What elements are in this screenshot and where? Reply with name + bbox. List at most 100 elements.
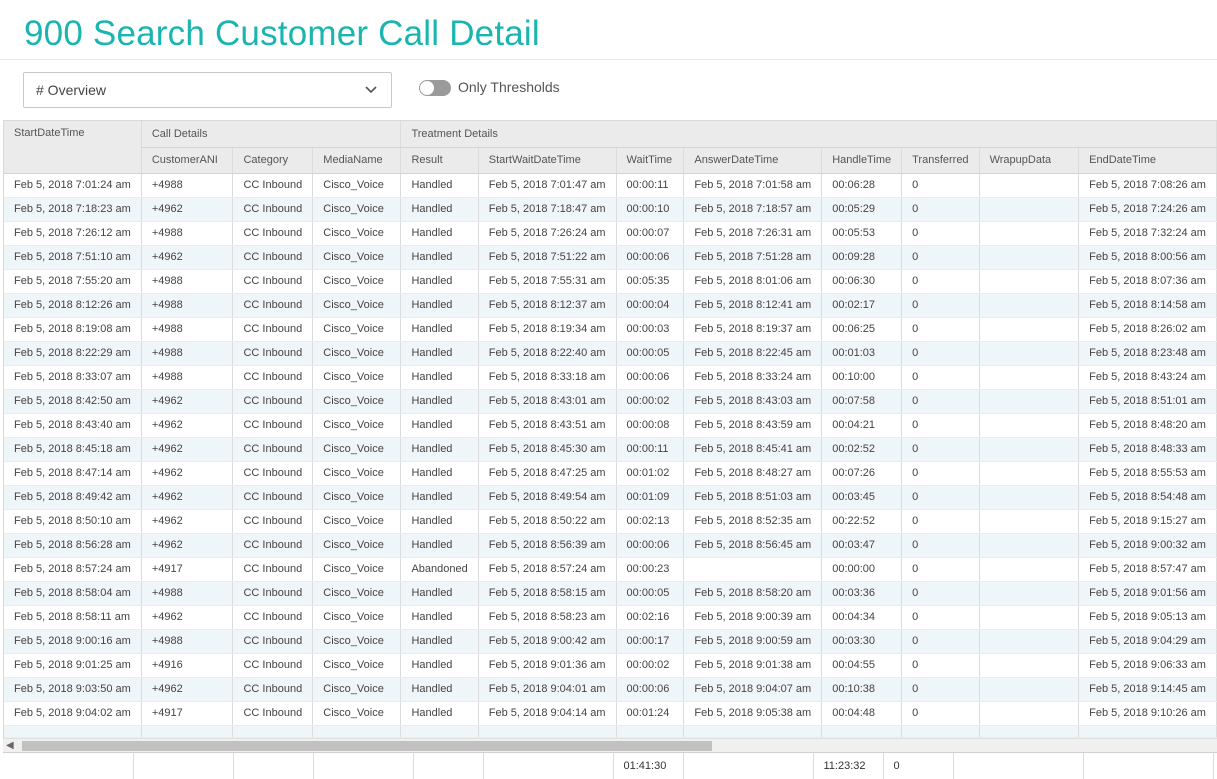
group-header-call-details: Call Details xyxy=(141,121,402,148)
table-row[interactable]: Feb 5, 2018 7:01:24 am +4988 CC Inbound Cis… xyxy=(4,173,1217,198)
column-header-startdatetime[interactable]: StartDateTime xyxy=(4,121,142,174)
table-cell: Feb 5, 2018 8:49:42 am xyxy=(4,485,142,510)
table-cell: Handled xyxy=(400,293,479,318)
table-cell: Cisco_Voice xyxy=(312,533,402,558)
horizontal-scrollbar[interactable]: ◀ xyxy=(3,738,1217,752)
column-header-answerdatetime[interactable]: AnswerDateTime xyxy=(683,147,823,174)
scrollbar-thumb[interactable] xyxy=(22,741,712,751)
table-cell: 00:07:26 xyxy=(821,461,903,486)
table-cell: 00:00:06 xyxy=(616,245,685,270)
table-cell: Feb 5, 2018 7:26:12 am xyxy=(4,221,142,246)
table-cell: 00:00:02 xyxy=(616,653,685,678)
table-row[interactable]: Feb 5, 2018 9:04:02 am +4917 CC Inbound Cis… xyxy=(4,701,1217,726)
table-cell: 0 xyxy=(901,509,980,534)
table-row[interactable]: Feb 5, 2018 8:12:26 am +4988 CC Inbound Cis… xyxy=(4,293,1217,318)
table-row[interactable]: Feb 5, 2018 7:55:20 am +4988 CC Inbound Cis… xyxy=(4,269,1217,294)
table-row[interactable]: Feb 5, 2018 8:47:14 am +4962 CC Inbound Cis… xyxy=(4,461,1217,486)
table-cell: CC Inbound xyxy=(232,317,314,342)
table-cell: Feb 5, 2018 8:45:18 am xyxy=(4,437,142,462)
table-cell: Feb 5, 2018 9:05:13 am xyxy=(1078,605,1217,630)
table-row[interactable]: Feb 5, 2018 8:58:11 am +4962 CC Inbound Cis… xyxy=(4,605,1217,630)
table-cell: 00:01:02 xyxy=(616,461,685,486)
column-header-wrapupdata[interactable]: WrapupData xyxy=(979,147,1080,174)
table-row[interactable]: Feb 5, 2018 7:51:10 am +4962 CC Inbound Cis… xyxy=(4,245,1217,270)
table-cell: CC Inbound xyxy=(232,173,314,198)
table-cell: CC Inbound xyxy=(232,413,314,438)
table-cell: 00:03:30 xyxy=(821,629,903,654)
table-cell: +4917 xyxy=(141,557,234,582)
column-header-handletime[interactable]: HandleTime xyxy=(821,147,903,174)
table-cell: 0 xyxy=(901,365,980,390)
total-cell xyxy=(233,753,314,779)
table-cell: +4962 xyxy=(141,485,234,510)
table-cell: Cisco_Voice xyxy=(312,437,402,462)
table-row[interactable]: Feb 5, 2018 9:00:16 am +4988 CC Inbound Cis… xyxy=(4,629,1217,654)
table-cell xyxy=(979,197,1080,222)
table-row[interactable]: Feb 5, 2018 8:57:24 am +4917 CC Inbound Cis… xyxy=(4,557,1217,582)
column-header-result[interactable]: Result xyxy=(400,147,479,174)
table-cell xyxy=(979,413,1080,438)
table-row[interactable]: Feb 5, 2018 8:58:04 am +4988 CC Inbound Cis… xyxy=(4,581,1217,606)
table-cell: Feb 5, 2018 7:51:22 am xyxy=(478,245,617,270)
table-row[interactable]: Feb 5, 2018 9:01:25 am +4916 CC Inbound Cis… xyxy=(4,653,1217,678)
table-cell: Cisco_Voice xyxy=(312,389,402,414)
table-row[interactable]: Feb 5, 2018 9:03:50 am +4962 CC Inbound Cis… xyxy=(4,677,1217,702)
table-cell: 0 xyxy=(901,461,980,486)
table-cell: +4917 xyxy=(141,701,234,726)
table-cell: +4988 xyxy=(141,221,234,246)
column-header-customerani[interactable]: CustomerANI xyxy=(141,147,234,174)
table-row[interactable]: Feb 5, 2018 8:49:42 am +4962 CC Inbound Cis… xyxy=(4,485,1217,510)
table-cell: 00:00:08 xyxy=(616,413,685,438)
table-row[interactable]: Feb 5, 2018 8:56:28 am +4962 CC Inbound Cis… xyxy=(4,533,1217,558)
table-cell: Feb 5, 2018 8:22:29 am xyxy=(4,341,142,366)
table-row[interactable]: Feb 5, 2018 8:19:08 am +4988 CC Inbound Cis… xyxy=(4,317,1217,342)
table-cell: Feb 5, 2018 8:19:08 am xyxy=(4,317,142,342)
column-header-medianame[interactable]: MediaName xyxy=(312,147,402,174)
table-cell: 00:10:00 xyxy=(821,365,903,390)
total-cell xyxy=(133,753,234,779)
view-select[interactable]: # Overview xyxy=(23,72,392,108)
column-header-transferred[interactable]: Transferred xyxy=(901,147,980,174)
column-header-enddatetime[interactable]: EndDateTime xyxy=(1078,147,1217,174)
table-cell: Feb 5, 2018 8:48:20 am xyxy=(1078,413,1217,438)
table-cell xyxy=(821,725,903,738)
table-row[interactable]: Feb 5, 2018 8:33:07 am +4988 CC Inbound Cis… xyxy=(4,365,1217,390)
column-header-waittime[interactable]: WaitTime xyxy=(616,147,685,174)
table-cell: 00:02:16 xyxy=(616,605,685,630)
table-cell: Feb 5, 2018 8:52:35 am xyxy=(683,509,823,534)
only-thresholds-toggle[interactable] xyxy=(419,80,451,96)
table-row[interactable]: Feb 5, 2018 7:26:12 am +4988 CC Inbound Cis… xyxy=(4,221,1217,246)
table-cell: 00:00:11 xyxy=(616,437,685,462)
table-cell: CC Inbound xyxy=(232,461,314,486)
table-cell: Cisco_Voice xyxy=(312,461,402,486)
table-row[interactable]: Feb 5, 2018 8:50:10 am +4962 CC Inbound Cis… xyxy=(4,509,1217,534)
table-row[interactable]: Feb 5, 2018 8:22:29 am +4988 CC Inbound Cis… xyxy=(4,341,1217,366)
table-row[interactable]: Feb 5, 2018 7:18:23 am +4962 CC Inbound Cis… xyxy=(4,197,1217,222)
table-cell: +4962 xyxy=(141,461,234,486)
table-cell: Feb 5, 2018 7:18:47 am xyxy=(478,197,617,222)
table-cell: 00:04:34 xyxy=(821,605,903,630)
table-cell: 00:00:23 xyxy=(616,557,685,582)
scroll-left-icon[interactable]: ◀ xyxy=(6,739,14,753)
table-cell xyxy=(683,557,823,582)
table-row[interactable]: Feb 5, 2018 8:45:18 am +4962 CC Inbound Cis… xyxy=(4,437,1217,462)
table-cell: Handled xyxy=(400,317,479,342)
column-header-category[interactable]: Category xyxy=(232,147,314,174)
table-cell: 00:00:11 xyxy=(616,173,685,198)
table-cell: Feb 5, 2018 9:05:38 am xyxy=(683,701,823,726)
table-row[interactable]: Feb 5, 2018 8:42:50 am +4962 CC Inbound Cis… xyxy=(4,389,1217,414)
table-cell xyxy=(979,341,1080,366)
table-cell: CC Inbound xyxy=(232,389,314,414)
table-cell: 0 xyxy=(901,317,980,342)
table-cell: Feb 5, 2018 8:12:37 am xyxy=(478,293,617,318)
view-select-value: # Overview xyxy=(36,82,107,98)
call-detail-table: StartDateTime Call Details Treatment Det… xyxy=(4,121,1217,738)
table-row[interactable]: Feb 5, 2018 8:43:40 am +4962 CC Inbound Cis… xyxy=(4,413,1217,438)
table-cell: 00:04:48 xyxy=(821,701,903,726)
table-cell xyxy=(979,581,1080,606)
total-cell: 11:23:32 xyxy=(813,753,884,779)
table-cell xyxy=(141,725,234,738)
column-header-startwaitdatetime[interactable]: StartWaitDateTime xyxy=(478,147,617,174)
table-cell: Cisco_Voice xyxy=(312,677,402,702)
table-cell: Feb 5, 2018 8:43:51 am xyxy=(478,413,617,438)
